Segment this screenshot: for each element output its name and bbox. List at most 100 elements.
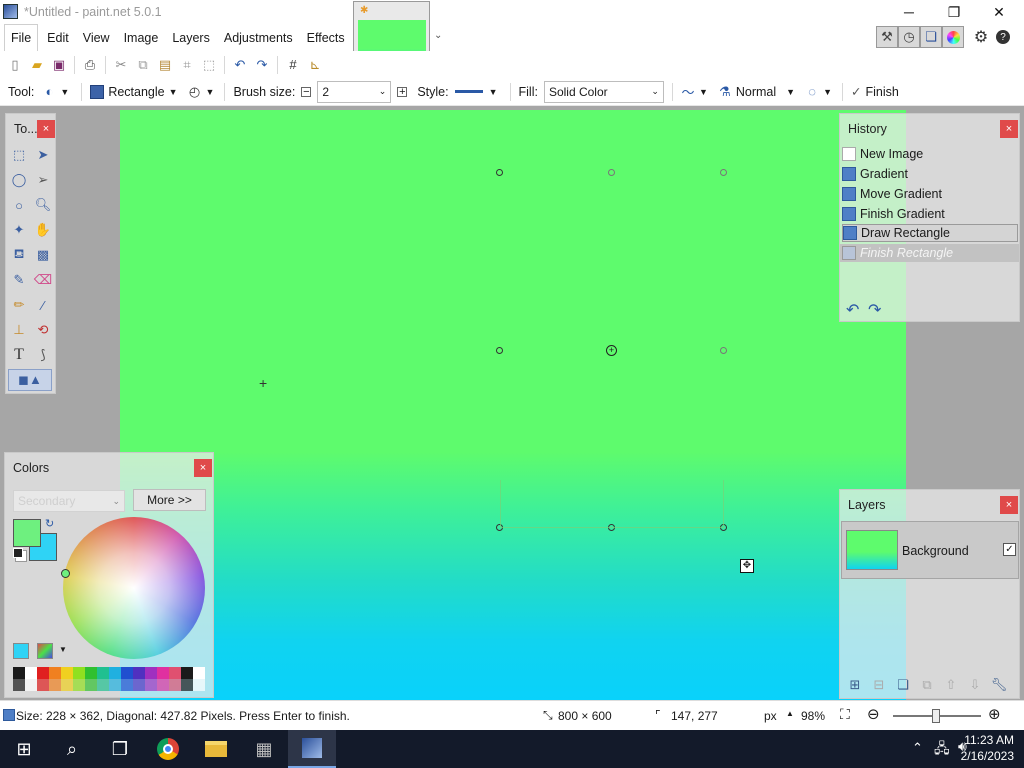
minimize-button[interactable]: ─: [886, 0, 932, 24]
antialiasing-icon[interactable]: 〜: [677, 81, 699, 103]
rectangle-select-tool-icon[interactable]: ⬚: [8, 144, 30, 166]
chevron-down-icon[interactable]: ▼: [699, 87, 708, 97]
history-item-selected[interactable]: Draw Rectangle: [842, 224, 1018, 242]
move-layer-down-icon[interactable]: ⇩: [964, 674, 986, 696]
palette-swatch[interactable]: [73, 679, 85, 691]
chrome-icon[interactable]: [144, 730, 192, 768]
zoom-readout[interactable]: 98%: [801, 709, 825, 723]
search-icon[interactable]: ⌕: [48, 730, 96, 768]
menu-adjustments[interactable]: Adjustments: [218, 24, 299, 51]
palette-swatch[interactable]: [13, 667, 25, 679]
layers-toggle-icon[interactable]: ❏: [920, 26, 942, 48]
palette-swatch[interactable]: [145, 667, 157, 679]
palette-swatch[interactable]: [61, 667, 73, 679]
palette-swatch[interactable]: [121, 667, 133, 679]
recolor-tool-icon[interactable]: ⟲: [32, 319, 54, 341]
palette-swatch[interactable]: [37, 667, 49, 679]
image-canvas[interactable]: [120, 110, 906, 700]
close-icon[interactable]: ×: [194, 459, 212, 477]
shape-move-handle-icon[interactable]: +: [606, 345, 617, 356]
shape-handle[interactable]: [496, 347, 503, 354]
close-button[interactable]: ✕: [976, 0, 1022, 24]
brush-size-decrease-icon[interactable]: −: [301, 86, 312, 98]
palette-swatch[interactable]: [133, 679, 145, 691]
paintbrush-tool-icon[interactable]: ✎: [8, 269, 30, 291]
undo-icon[interactable]: ↶: [229, 54, 251, 76]
save-icon[interactable]: ▣: [48, 54, 70, 76]
grid-icon[interactable]: #: [282, 54, 304, 76]
history-item[interactable]: Finish Gradient: [842, 205, 1018, 223]
deselect-icon[interactable]: ⬚: [198, 54, 220, 76]
color-wheel[interactable]: [63, 517, 205, 659]
clock-date[interactable]: 2/16/2023: [958, 749, 1014, 763]
palette-swatch[interactable]: [193, 667, 205, 679]
paint-net-taskbar-icon[interactable]: [288, 730, 336, 768]
line-curve-tool-icon[interactable]: ⟆: [32, 344, 54, 366]
server-manager-icon[interactable]: ▦: [240, 730, 288, 768]
palette-swatch[interactable]: [49, 679, 61, 691]
file-explorer-icon[interactable]: [192, 730, 240, 768]
network-icon[interactable]: 🖧︎: [934, 738, 950, 762]
palette-swatch[interactable]: [169, 667, 181, 679]
help-icon[interactable]: ?: [996, 30, 1010, 44]
shape-handle[interactable]: [608, 169, 615, 176]
brush-size-input[interactable]: 2 ⌄: [317, 80, 392, 103]
chevron-down-icon[interactable]: ▼: [786, 87, 795, 97]
pencil-tool-icon[interactable]: ✏: [8, 294, 30, 316]
ruler-icon[interactable]: ⊾: [304, 54, 326, 76]
zoom-tool-icon[interactable]: 🔍︎: [32, 194, 54, 216]
history-redo-icon[interactable]: ↷: [868, 300, 881, 320]
history-toggle-icon[interactable]: ◷: [898, 26, 920, 48]
palette-swatch[interactable]: [85, 667, 97, 679]
chevron-down-icon[interactable]: ▼: [169, 87, 178, 97]
palette-swatch[interactable]: [97, 667, 109, 679]
palette-menu-icon[interactable]: [37, 643, 53, 659]
palette-swatch[interactable]: [109, 667, 121, 679]
zoom-out-icon[interactable]: ⊖: [867, 705, 880, 723]
selection-clip-icon[interactable]: ◌: [801, 81, 823, 103]
menu-view[interactable]: View: [77, 24, 116, 51]
delete-layer-icon[interactable]: ⊟: [868, 674, 890, 696]
color-wheel-marker[interactable]: [61, 569, 70, 578]
palette-swatch[interactable]: [13, 679, 25, 691]
merge-layer-icon[interactable]: ⧉: [916, 674, 938, 696]
move-selected-tool-icon[interactable]: ➤: [32, 144, 54, 166]
duplicate-layer-icon[interactable]: ❏: [892, 674, 914, 696]
palette-swatch[interactable]: [25, 667, 37, 679]
palette-swatch[interactable]: [109, 679, 121, 691]
chevron-up-icon[interactable]: ▲: [786, 709, 794, 718]
palette-swatch[interactable]: [61, 679, 73, 691]
palette-swatch[interactable]: [37, 679, 49, 691]
menu-edit[interactable]: Edit: [41, 24, 75, 51]
print-icon[interactable]: ⎙: [79, 54, 101, 76]
palette-swatch[interactable]: [181, 679, 193, 691]
paint-bucket-tool-icon[interactable]: ⛾: [8, 244, 30, 266]
layer-properties-icon[interactable]: 🔧︎: [988, 674, 1010, 696]
more-colors-button[interactable]: More >>: [133, 489, 206, 511]
history-item[interactable]: New Image: [842, 145, 1018, 163]
open-folder-icon[interactable]: ▰: [26, 54, 48, 76]
colors-toggle-icon[interactable]: [942, 26, 964, 48]
shape-handle[interactable]: [720, 347, 727, 354]
chevron-down-icon[interactable]: ▼: [60, 87, 69, 97]
color-mode-dropdown[interactable]: Secondary ⌄: [13, 490, 125, 512]
layer-visibility-checkbox[interactable]: ✓: [1003, 543, 1016, 556]
finish-button[interactable]: Finish: [866, 85, 899, 99]
chevron-down-icon[interactable]: ⌄: [434, 30, 442, 41]
palette-swatch[interactable]: [121, 679, 133, 691]
restore-button[interactable]: ❐: [931, 0, 977, 24]
add-to-palette-icon[interactable]: [13, 643, 29, 659]
text-tool-icon[interactable]: T: [8, 344, 30, 366]
palette-swatch[interactable]: [157, 667, 169, 679]
swap-colors-icon[interactable]: ↻: [45, 517, 54, 530]
zoom-slider-thumb[interactable]: [932, 709, 940, 723]
palette-swatch[interactable]: [85, 679, 97, 691]
magic-wand-tool-icon[interactable]: ✦: [8, 219, 30, 241]
close-icon[interactable]: ×: [1000, 496, 1018, 514]
redo-icon[interactable]: ↷: [251, 54, 273, 76]
shapes-tool-icon[interactable]: ◼▲: [8, 369, 52, 391]
cut-icon[interactable]: ✂: [110, 54, 132, 76]
tray-chevron-up-icon[interactable]: ⌃: [912, 740, 923, 756]
history-item-redo[interactable]: Finish Rectangle: [840, 244, 1019, 262]
layer-row[interactable]: Background ✓: [841, 521, 1019, 579]
